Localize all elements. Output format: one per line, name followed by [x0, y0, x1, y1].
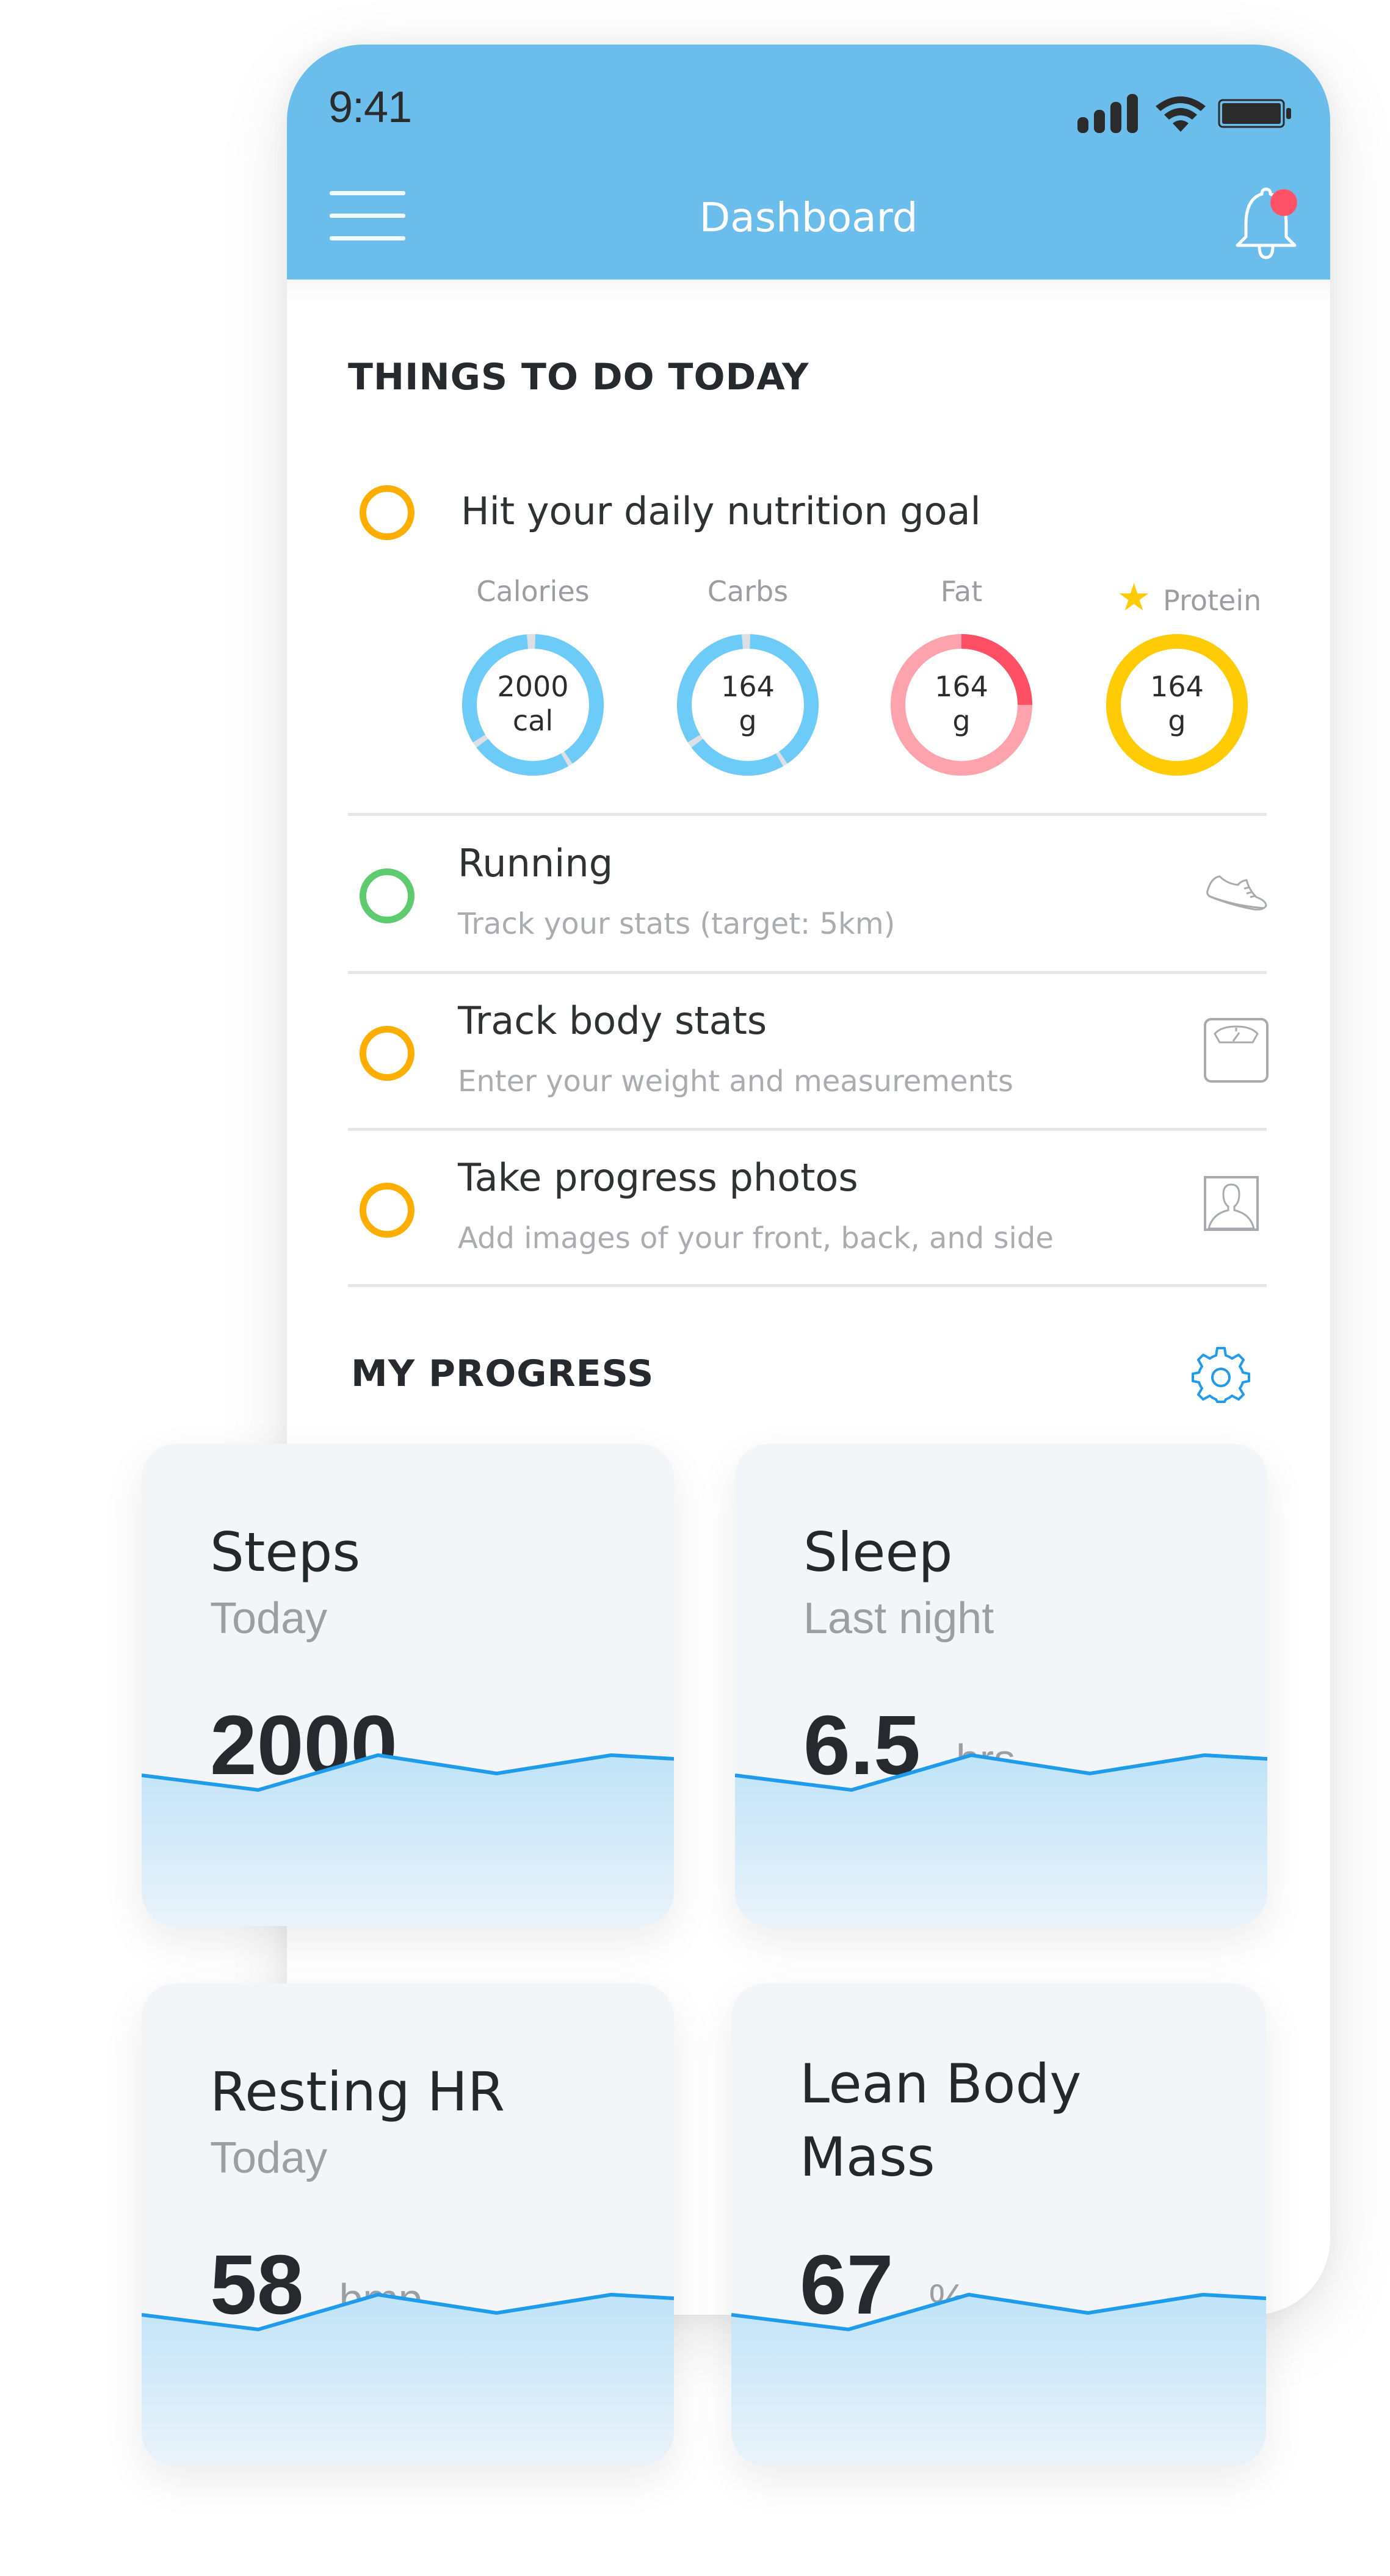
task-item-progress-photos[interactable]: Take progress photos Add images of your …	[287, 1131, 1330, 1287]
macro-amount: 164	[935, 670, 988, 703]
task-subtitle: Add images of your front, back, and side	[458, 1221, 1054, 1255]
photos-checkbox[interactable]	[360, 1183, 414, 1238]
macro-amount: 164	[1150, 670, 1204, 703]
stat-card-steps[interactable]: Steps Today 2000	[142, 1444, 674, 1926]
task-item-running[interactable]: Running Track your stats (target: 5km)	[287, 817, 1330, 973]
stat-card-resting-hr[interactable]: Resting HRToday58bmp	[142, 1983, 674, 2466]
macro-unit: g	[739, 704, 757, 737]
signal-icon	[1077, 94, 1138, 133]
progress-section-title: MY PROGRESS	[351, 1352, 654, 1395]
sparkline-chart	[735, 1753, 1267, 1926]
status-time: 9:41	[328, 83, 412, 132]
sparkline-area	[731, 2295, 1266, 2466]
sparkline-chart	[731, 2292, 1266, 2466]
macro-label-text: Fat	[940, 575, 983, 608]
sparkline-area	[142, 1755, 674, 1926]
divider	[348, 1284, 1267, 1287]
macro-value: 2000 cal	[460, 669, 606, 738]
scale-icon	[1204, 1018, 1269, 1083]
divider	[348, 813, 1267, 816]
macro-label: Calories	[441, 575, 624, 608]
macro-value: 164 g	[675, 669, 821, 738]
star-icon: ★	[1117, 575, 1164, 619]
macro-unit: g	[952, 704, 971, 737]
battery-icon	[1218, 99, 1291, 128]
body-stats-checkbox[interactable]	[360, 1026, 414, 1081]
card-title: Steps	[210, 1521, 361, 1584]
sparkline-area	[735, 1755, 1267, 1926]
macro-label: ★ Protein	[1098, 575, 1281, 619]
macro-label: Fat	[870, 575, 1053, 608]
macro-value: 164 g	[1104, 669, 1250, 738]
sparkline-chart	[142, 1753, 674, 1926]
macro-unit: g	[1168, 704, 1186, 737]
sparkline-area	[142, 2295, 674, 2466]
notification-badge	[1270, 189, 1297, 216]
notifications-button[interactable]	[1233, 182, 1306, 264]
card-subtitle: Today	[210, 1594, 328, 1643]
photo-portrait-icon	[1204, 1176, 1259, 1231]
sparkline-chart	[142, 2292, 674, 2466]
task-title: Track body stats	[458, 998, 767, 1043]
header-shadow	[287, 280, 1330, 304]
stat-card-sleep[interactable]: SleepLast night6.5hrs	[735, 1444, 1267, 1926]
card-title: Resting HR	[210, 2060, 505, 2123]
macro-value: 164 g	[888, 669, 1035, 738]
macro-amount: 164	[721, 670, 775, 703]
task-title: Running	[458, 841, 614, 886]
card-subtitle: Today	[210, 2134, 328, 2182]
phone-screen: 9:41 Dashboard THINGS TO DO TODAY Hit yo…	[287, 45, 1330, 2315]
macro-label: Carbs	[656, 575, 839, 608]
nutrition-checkbox[interactable]	[360, 485, 414, 540]
bell-icon	[1236, 187, 1297, 259]
macro-label-text: Carbs	[707, 575, 789, 608]
card-title: Sleep	[803, 1521, 953, 1584]
app-header: 9:41 Dashboard	[287, 45, 1330, 280]
macro-label-text: Calories	[476, 575, 590, 608]
stat-card-lean-body-mass[interactable]: Lean Body Mass 67%	[731, 1983, 1266, 2466]
task-subtitle: Enter your weight and measurements	[458, 1064, 1013, 1099]
running-shoe-icon	[1206, 875, 1267, 911]
nutrition-task-title[interactable]: Hit your daily nutrition goal	[461, 489, 981, 533]
wifi-icon	[1156, 96, 1206, 132]
macro-amount: 2000	[497, 670, 569, 703]
status-icons	[1076, 92, 1294, 135]
macro-unit: cal	[512, 704, 554, 737]
running-checkbox[interactable]	[360, 868, 414, 923]
page-title: Dashboard	[699, 194, 918, 241]
todo-section-title: THINGS TO DO TODAY	[348, 356, 809, 399]
task-subtitle: Track your stats (target: 5km)	[458, 907, 896, 941]
gear-icon[interactable]	[1190, 1343, 1251, 1404]
macro-label-text: Protein	[1163, 584, 1262, 617]
task-item-body-stats[interactable]: Track body stats Enter your weight and m…	[287, 974, 1330, 1130]
task-title: Take progress photos	[458, 1155, 858, 1200]
card-subtitle: Last night	[803, 1594, 994, 1643]
card-title: Lean Body Mass	[800, 2052, 1082, 2188]
